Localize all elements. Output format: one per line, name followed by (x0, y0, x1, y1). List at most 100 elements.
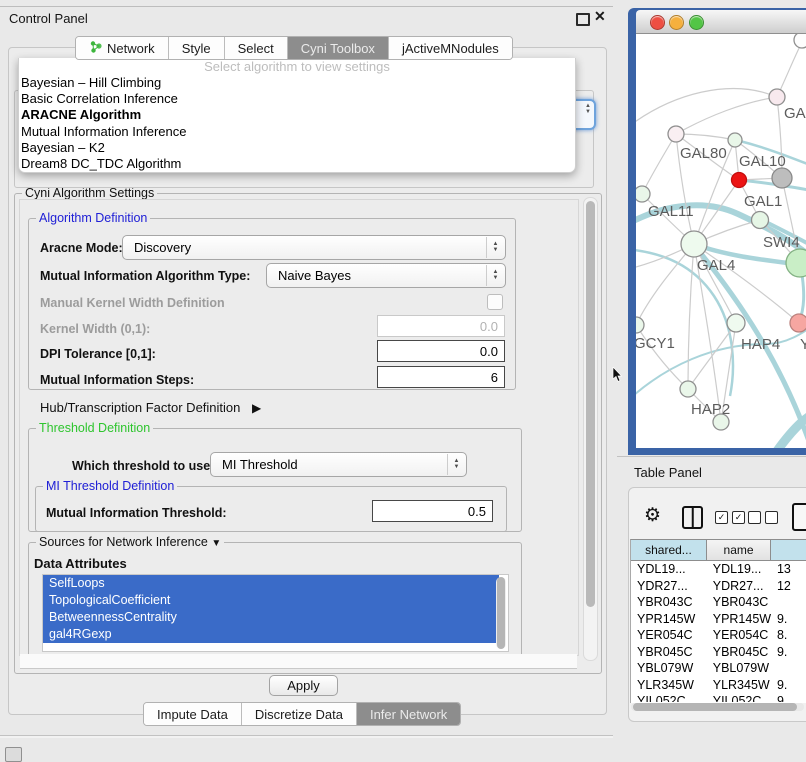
network-node[interactable] (790, 314, 806, 332)
data-attributes-list[interactable]: SelfLoopsTopologicalCoefficientBetweenne… (42, 574, 509, 652)
columns-icon[interactable] (682, 506, 703, 529)
settings-vertical-scrollbar[interactable] (583, 197, 598, 661)
aracne-mode-combo[interactable]: Discovery ▲▼ (122, 235, 506, 260)
tab-discretize-data[interactable]: Discretize Data (241, 703, 356, 725)
tab-jactivemnodules[interactable]: jActiveMNodules (388, 37, 512, 59)
table-cell: YBR045C (707, 644, 771, 661)
column-header-cut[interactable] (771, 540, 806, 561)
column-header-shared[interactable]: shared... (631, 540, 707, 561)
control-panel-top-border (0, 6, 613, 7)
deselect-all-icon[interactable] (748, 511, 778, 524)
dropdown-item-bayesian-hill-climbing[interactable]: Bayesian – Hill Climbing (19, 75, 575, 91)
table-row[interactable]: YPR145WYPR145W9. (631, 611, 806, 628)
tab-select[interactable]: Select (224, 37, 287, 59)
table-cell: 12 (771, 578, 806, 595)
network-node[interactable] (681, 231, 707, 257)
network-node[interactable] (680, 381, 696, 397)
mi-type-value: Naive Bayes (278, 268, 351, 283)
table-cell: YPR145W (707, 611, 771, 628)
tab-label: Discretize Data (255, 707, 343, 722)
network-edge[interactable] (772, 406, 806, 448)
network-node[interactable] (752, 212, 769, 229)
table-row[interactable]: YBR045CYBR045C9. (631, 644, 806, 661)
float-panel-icon[interactable] (576, 13, 590, 26)
network-node[interactable] (728, 133, 742, 147)
network-edge[interactable] (676, 97, 777, 134)
dpi-tolerance-field[interactable]: 0.0 (377, 340, 505, 362)
new-table-icon[interactable] (792, 503, 806, 531)
gear-icon[interactable]: ⚙ (644, 504, 661, 527)
tab-cyni-toolbox[interactable]: Cyni Toolbox (287, 37, 388, 59)
kernel-width-field: 0.0 (377, 315, 505, 337)
table-cell: 9. (771, 677, 806, 694)
network-node[interactable] (772, 168, 792, 188)
node-label-gal4: GAL4 (697, 257, 735, 274)
apply-button[interactable]: Apply (269, 675, 338, 696)
network-edge[interactable] (688, 244, 694, 389)
network-edge[interactable] (636, 244, 694, 325)
docked-panel-icon[interactable] (5, 747, 22, 762)
dropdown-item-aracne-algorithm[interactable]: ARACNE Algorithm (19, 107, 575, 123)
network-node[interactable] (769, 89, 785, 105)
table-row[interactable]: YDR27...YDR27...12 (631, 578, 806, 595)
network-node[interactable] (668, 126, 684, 142)
network-edge[interactable] (642, 134, 676, 194)
sources-group-title[interactable]: Sources for Network Inference ▼ (36, 535, 224, 549)
data-attributes-label: Data Attributes (34, 556, 127, 571)
table-row[interactable]: YIL052CYIL052C9 (631, 693, 806, 702)
tab-style[interactable]: Style (168, 37, 224, 59)
tab-impute-data[interactable]: Impute Data (144, 703, 241, 725)
hub-definition-label: Hub/Transcription Factor Definition (40, 400, 240, 415)
which-threshold-combo[interactable]: MI Threshold ▲▼ (210, 452, 467, 477)
network-edge[interactable] (688, 323, 736, 389)
network-edge[interactable] (636, 89, 777, 130)
network-node[interactable] (786, 249, 806, 277)
attribute-item-gal4rgexp[interactable]: gal4RGexp (43, 626, 499, 643)
attribute-item-topologicalcoefficient[interactable]: TopologicalCoefficient (43, 592, 499, 609)
dropdown-item-mutual-information-inference[interactable]: Mutual Information Inference (19, 124, 575, 140)
scrollbar-thumb[interactable] (497, 577, 505, 649)
network-node[interactable] (727, 314, 745, 332)
attributes-scrollbar[interactable] (496, 577, 506, 649)
node-table[interactable]: shared...name YDL19...YDL19...13YDR27...… (630, 539, 806, 703)
attribute-item-betweennesscentrality[interactable]: BetweennessCentrality (43, 609, 499, 626)
mi-threshold-label: Mutual Information Threshold: (46, 506, 227, 520)
dropdown-item-list: Bayesian – Hill ClimbingBasic Correlatio… (19, 75, 575, 172)
mi-steps-field[interactable]: 6 (377, 366, 505, 388)
table-row[interactable]: YER054CYER054C8. (631, 627, 806, 644)
network-edge[interactable] (777, 42, 802, 97)
dropdown-item-dream8-dc-tdc-algorithm[interactable]: Dream8 DC_TDC Algorithm (19, 156, 575, 172)
close-traffic-light-icon[interactable] (650, 15, 665, 30)
zoom-traffic-light-icon[interactable] (689, 15, 704, 30)
table-horizontal-scrollbar[interactable] (631, 703, 804, 711)
select-all-icon[interactable]: ✓ ✓ (715, 511, 745, 524)
close-icon[interactable]: ✕ (594, 8, 606, 25)
table-row[interactable]: YLR345WYLR345W9. (631, 677, 806, 694)
network-canvas[interactable]: GALGAL80GAL10GAL1GAL11SWI4GAL4GCY1HAP4YH… (636, 34, 806, 448)
table-row[interactable]: YDL19...YDL19...13 (631, 561, 806, 578)
table-row[interactable]: YBR043CYBR043C (631, 594, 806, 611)
network-node[interactable] (636, 186, 650, 202)
manual-kernel-checkbox[interactable] (487, 294, 503, 310)
scrollbar-thumb[interactable] (633, 703, 797, 711)
network-node[interactable] (636, 317, 644, 333)
network-window-titlebar[interactable] (636, 10, 806, 34)
mi-type-combo[interactable]: Naive Bayes ▲▼ (266, 263, 506, 288)
table-cell: YDR27... (707, 578, 771, 595)
mi-threshold-field[interactable]: 0.5 (372, 500, 493, 522)
tab-network[interactable]: Network (76, 37, 168, 59)
dropdown-item-bayesian-k2[interactable]: Bayesian – K2 (19, 140, 575, 156)
table-cell: YDL19... (707, 561, 771, 578)
scrollbar-thumb[interactable] (586, 201, 595, 607)
table-row[interactable]: YBL079WYBL079W (631, 660, 806, 677)
hub-definition-expander[interactable]: Hub/Transcription Factor Definition ▶ (40, 400, 261, 415)
network-node[interactable] (794, 34, 806, 48)
network-node[interactable] (732, 173, 747, 188)
column-header-name[interactable]: name (707, 540, 771, 561)
tab-infer-network[interactable]: Infer Network (356, 703, 460, 725)
minimize-traffic-light-icon[interactable] (669, 15, 684, 30)
screen: Control Panel ✕ ▲▼ NetworkStyleSelectCyn… (0, 0, 806, 762)
dropdown-item-basic-correlation-inference[interactable]: Basic Correlation Inference (19, 91, 575, 107)
attribute-item-selfloops[interactable]: SelfLoops (43, 575, 499, 592)
network-edge[interactable] (676, 134, 735, 140)
